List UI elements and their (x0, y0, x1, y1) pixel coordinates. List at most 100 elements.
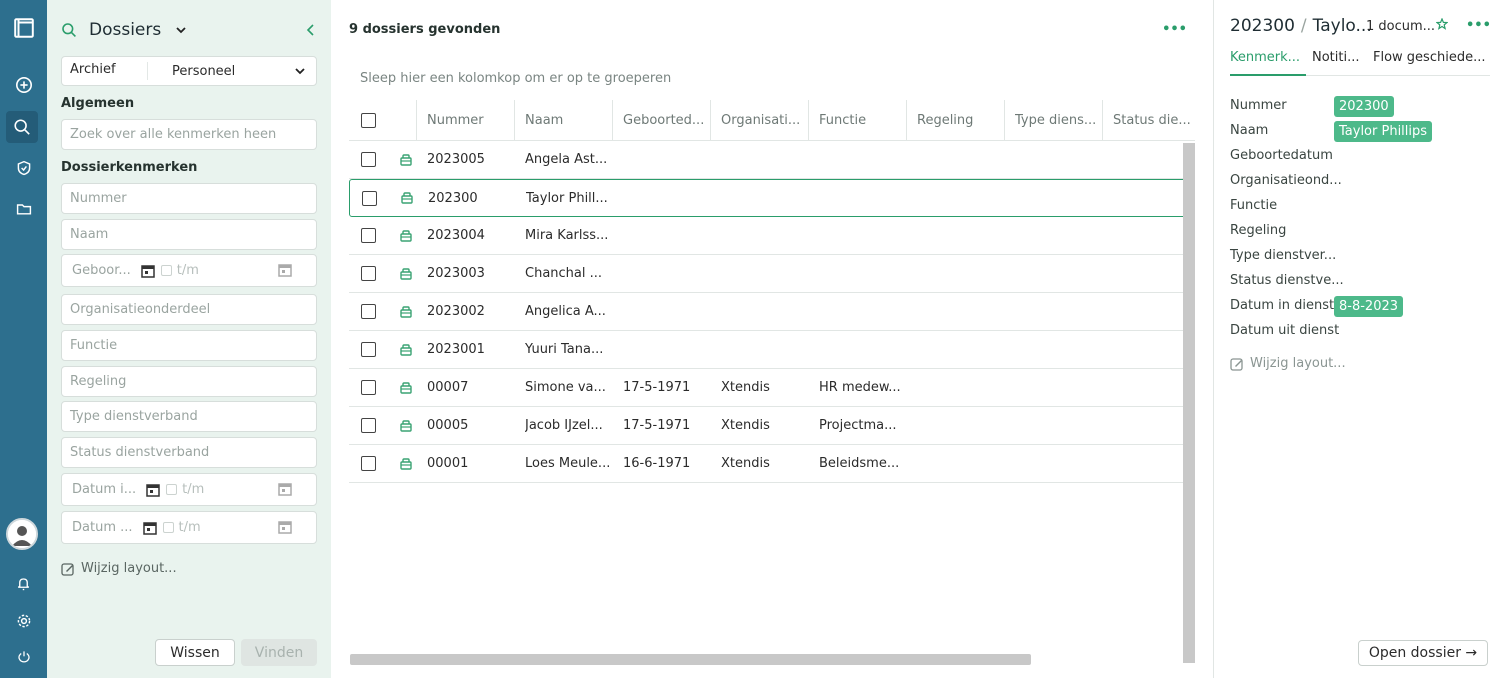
vertical-scrollbar[interactable] (1183, 143, 1195, 663)
star-icon[interactable] (1435, 17, 1449, 34)
horizontal-scrollbar[interactable] (350, 654, 1031, 665)
more-icon[interactable]: ••• (1466, 18, 1491, 33)
table-row[interactable]: 202300 Taylor Phill... (349, 179, 1195, 217)
wissen-button[interactable]: Wissen (155, 639, 235, 666)
calendar-icon[interactable] (141, 264, 155, 278)
table-row[interactable]: 2023003 Chanchal ... (349, 255, 1195, 293)
calendar-icon[interactable] (142, 521, 157, 535)
prop-datum-in-value: 8-8-2023 (1334, 296, 1404, 317)
functie-field[interactable]: Functie (61, 330, 317, 361)
wijzig-layout-link[interactable]: Wijzig layout... (1230, 356, 1346, 371)
grid-header: Nummer Naam Geboorted... Organisati... F… (349, 100, 1195, 141)
table-row[interactable]: 2023002 Angelica A... (349, 293, 1195, 331)
wijzig-layout-label: Wijzig layout... (81, 561, 177, 576)
cell-naam: Angela Ast... (525, 152, 608, 167)
organisatieonderdeel-field[interactable]: Organisatieonderdeel (61, 294, 317, 325)
folder-icon[interactable] (0, 193, 47, 225)
layout-icon[interactable] (0, 12, 47, 44)
calendar-icon[interactable] (278, 263, 292, 277)
row-checkbox[interactable] (361, 407, 376, 444)
regeling-field[interactable]: Regeling (61, 366, 317, 397)
tab-flow-geschiedenis[interactable]: Flow geschiede... (1373, 50, 1485, 76)
shield-icon[interactable] (0, 152, 47, 184)
add-icon[interactable] (0, 69, 47, 101)
range-checkbox[interactable] (160, 265, 172, 276)
geboortedatum-to[interactable]: t/m (177, 263, 199, 278)
table-row[interactable]: 2023005 Angela Ast... (349, 141, 1195, 179)
cell-naam: Loes Meule... (525, 456, 611, 471)
select-all-checkbox[interactable] (361, 100, 376, 140)
prop-organisatie-label: Organisatieond... (1230, 173, 1342, 188)
detail-name: Taylo... (1312, 16, 1372, 36)
table-row[interactable]: 2023001 Yuuri Tana... (349, 331, 1195, 369)
col-geboortedatum[interactable]: Geboorted... (623, 100, 709, 140)
chevron-left-icon[interactable] (305, 23, 317, 37)
row-checkbox[interactable] (361, 369, 376, 406)
bell-icon[interactable] (0, 567, 47, 599)
prop-functie-label: Functie (1230, 198, 1278, 213)
row-checkbox[interactable] (361, 445, 376, 482)
wijzig-layout-link[interactable]: Wijzig layout... (61, 561, 177, 576)
col-naam[interactable]: Naam (525, 100, 611, 140)
row-checkbox[interactable] (361, 293, 376, 330)
search-all-input[interactable]: Zoek over alle kenmerken heen (61, 119, 317, 150)
datum-uit-from[interactable]: Datum ... (72, 520, 133, 535)
col-functie[interactable]: Functie (819, 100, 905, 140)
naam-field[interactable]: Naam (61, 219, 317, 250)
calendar-icon[interactable] (278, 520, 292, 534)
tab-notities[interactable]: Notiti... (1312, 50, 1360, 76)
table-row[interactable]: 00005 Jacob IJzel... 17-5-1971 Xtendis Proje… (349, 407, 1195, 445)
range-checkbox[interactable] (162, 522, 174, 533)
datum-uit-dienst-range[interactable]: Datum ... t/m (61, 511, 317, 544)
more-icon[interactable]: ••• (1162, 22, 1187, 37)
open-dossier-button[interactable]: Open dossier → (1358, 640, 1488, 666)
col-status-dienstverband[interactable]: Status die... (1113, 100, 1195, 140)
search-icon[interactable] (6, 111, 38, 143)
prop-status-label: Status dienstve... (1230, 273, 1344, 288)
range-checkbox[interactable] (166, 484, 178, 495)
datum-in-dienst-range[interactable]: Datum i... t/m (61, 473, 317, 506)
cell-geboortedatum: 16-6-1971 (623, 456, 691, 471)
cell-geboortedatum (624, 180, 710, 216)
cell-functie (820, 180, 906, 216)
status-dienstverband-field[interactable]: Status dienstverband (61, 437, 317, 468)
datum-in-to[interactable]: t/m (182, 482, 204, 497)
tab-kenmerken[interactable]: Kenmerk... (1230, 50, 1306, 76)
geboortedatum-range[interactable]: Geboor... t/m (61, 254, 317, 287)
gear-icon[interactable] (0, 605, 47, 637)
row-checkbox[interactable] (361, 217, 376, 254)
geboortedatum-from[interactable]: Geboor... (72, 263, 131, 278)
datum-in-from[interactable]: Datum i... (72, 482, 136, 497)
col-type-dienstverband[interactable]: Type diens... (1015, 100, 1101, 140)
cell-nummer: 00007 (427, 380, 469, 395)
calendar-icon[interactable] (146, 483, 160, 497)
row-checkbox[interactable] (361, 255, 376, 292)
nummer-field[interactable]: Nummer (61, 183, 317, 214)
cell-organisatie: Xtendis (721, 456, 770, 471)
cell-organisatie (721, 217, 807, 254)
chevron-down-icon[interactable] (175, 24, 187, 36)
cell-organisatie (721, 141, 807, 178)
datum-uit-to[interactable]: t/m (179, 520, 201, 535)
calendar-icon[interactable] (278, 482, 292, 496)
table-row[interactable]: 00001 Loes Meule... 16-6-1971 Xtendis Beleid… (349, 445, 1195, 483)
col-nummer[interactable]: Nummer (427, 100, 515, 140)
table-row[interactable]: 00007 Simone va... 17-5-1971 Xtendis HR mede… (349, 369, 1195, 407)
row-checkbox[interactable] (362, 180, 377, 216)
row-checkbox[interactable] (361, 141, 376, 178)
prop-naam-value: Taylor Phillips (1334, 121, 1433, 142)
avatar[interactable] (6, 518, 38, 550)
col-organisatie[interactable]: Organisati... (721, 100, 807, 140)
chevron-down-icon (295, 68, 305, 75)
table-row[interactable]: 2023004 Mira Karlss... (349, 217, 1195, 255)
archive-select[interactable]: Archief Personeel (61, 56, 317, 86)
row-checkbox[interactable] (361, 331, 376, 368)
document-icon (399, 217, 413, 254)
vinden-button[interactable]: Vinden (241, 639, 317, 666)
col-regeling[interactable]: Regeling (917, 100, 1003, 140)
type-dienstverband-field[interactable]: Type dienstverband (61, 401, 317, 432)
power-icon[interactable] (0, 641, 47, 673)
cell-naam: Yuuri Tana... (525, 342, 604, 357)
cell-nummer: 2023005 (427, 152, 485, 167)
document-count[interactable]: 1 docum... (1366, 19, 1435, 34)
